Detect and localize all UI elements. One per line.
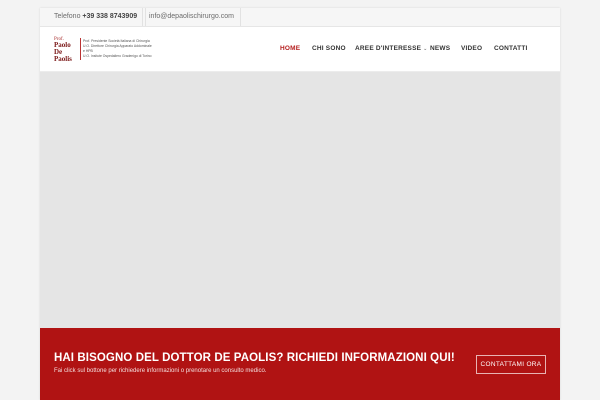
nav-item-contatti[interactable]: CONTATTI <box>494 27 528 71</box>
nav-item-home[interactable]: HOME <box>280 27 300 71</box>
nav-item-aree-interesse[interactable]: AREE D'INTERESSE ⌄ <box>355 27 428 71</box>
contact-me-button[interactable]: CONTATTAMI ORA <box>476 355 546 374</box>
logo-name: Prof. Paolo De Paolis <box>54 37 78 63</box>
logo-desc-line: U.O. Insitute Ospedaliero Gradenigo di T… <box>83 54 152 58</box>
cta-title: HAI BISOGNO DEL DOTTOR DE PAOLIS? RICHIE… <box>54 352 455 364</box>
logo-divider <box>80 38 81 60</box>
hero-slider <box>40 72 560 328</box>
nav-item-label: HOME <box>280 45 301 52</box>
phone-number[interactable]: +39 338 8743909 <box>82 13 137 20</box>
nav-item-label: CHI SONO <box>312 45 346 52</box>
nav-item-label: NEWS <box>430 45 451 52</box>
phone-info: Telefono +39 338 8743909 <box>54 8 147 26</box>
nav-item-news[interactable]: NEWS <box>430 27 450 71</box>
nav-item-label: VIDEO <box>461 45 483 52</box>
cta-banner: HAI BISOGNO DEL DOTTOR DE PAOLIS? RICHIE… <box>40 328 560 400</box>
phone-label: Telefono <box>54 13 81 20</box>
page-frame: Telefono +39 338 8743909 info@depaolisch… <box>40 8 560 400</box>
site-logo[interactable]: Prof. Paolo De Paolis Prof. Presidente S… <box>54 37 153 63</box>
chevron-down-icon: ⌄ <box>423 46 428 52</box>
nav-item-label: CONTATTI <box>494 45 528 52</box>
top-bar: Telefono +39 338 8743909 info@depaolisch… <box>40 8 560 27</box>
cta-subtitle: Fai click sul bottone per richiedere inf… <box>54 368 267 374</box>
logo-last-name: De Paolis <box>54 48 72 63</box>
email-link[interactable]: info@depaolischirurgo.com <box>142 8 241 26</box>
nav-item-label: AREE D'INTERESSE <box>355 45 422 52</box>
site-header: Prof. Paolo De Paolis Prof. Presidente S… <box>40 27 560 72</box>
logo-description: Prof. Presidente Società Italiana di Chi… <box>83 39 153 59</box>
nav-item-video[interactable]: VIDEO <box>461 27 482 71</box>
nav-item-chi-sono[interactable]: CHI SONO <box>312 27 346 71</box>
logo-desc-line: U.O. Direttore Chirurgia Apparato Addomi… <box>83 44 152 53</box>
